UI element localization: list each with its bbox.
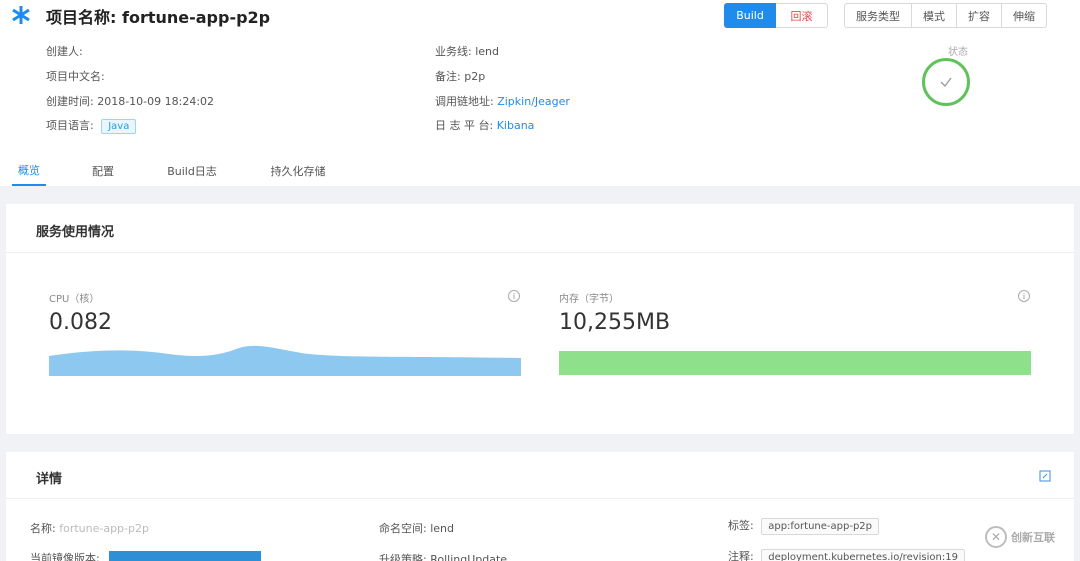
- expand-icon[interactable]: [1039, 470, 1051, 482]
- memory-info-icon[interactable]: i: [1018, 290, 1030, 302]
- detail-upgrade: 升级策略: RollingUpdate: [379, 551, 507, 561]
- namespace-label: 命名空间:: [379, 522, 427, 535]
- memory-label: 内存（字节）: [559, 294, 619, 305]
- project-header: 项目名称: fortune-app-p2p Build 回滚 服务类型 模式 扩…: [0, 0, 1080, 186]
- detail-image-version: 当前镜像版本:: [30, 550, 262, 561]
- log-link[interactable]: Kibana: [497, 119, 535, 132]
- upgrade-value: RollingUpdate: [430, 553, 508, 561]
- memory-bar: [559, 351, 1031, 375]
- tab-config[interactable]: 配置: [86, 155, 120, 186]
- details-card: 详情 名称: fortune-app-p2p 命名空间: lend 标签: ap…: [6, 452, 1074, 561]
- tab-build-log[interactable]: Build日志: [160, 155, 224, 186]
- trace-field: 调用链地址: Zipkin/Jeager: [435, 93, 570, 109]
- cpu-label: CPU（核）: [49, 294, 100, 305]
- detail-name: 名称: fortune-app-p2p: [30, 520, 149, 536]
- upgrade-label: 升级策略:: [379, 553, 427, 561]
- namespace-value: lend: [430, 522, 454, 535]
- image-label: 当前镜像版本:: [30, 552, 100, 561]
- language-tag: Java: [101, 119, 137, 134]
- chinese-name-field: 项目中文名:: [46, 68, 105, 84]
- name-label: 名称:: [30, 522, 56, 535]
- log-field: 日 志 平 台: Kibana: [435, 117, 534, 133]
- status-indicator: [922, 58, 970, 106]
- scale-button[interactable]: 伸缩: [1002, 3, 1047, 28]
- mode-button[interactable]: 模式: [912, 3, 957, 28]
- project-tabs: 概览 配置 Build日志 持久化存储: [0, 155, 1080, 186]
- creator-field: 创建人:: [46, 43, 83, 59]
- log-label: 日 志 平 台:: [435, 119, 494, 132]
- cpu-info-icon[interactable]: i: [508, 290, 520, 302]
- rollback-button[interactable]: 回滚: [776, 3, 828, 28]
- watermark-text: 创新互联: [1011, 531, 1055, 544]
- memory-value: 10,255MB: [559, 310, 671, 335]
- created-time-value: 2018-10-09 18:24:02: [97, 95, 215, 108]
- chinese-name-label: 项目中文名:: [46, 70, 105, 83]
- detail-namespace: 命名空间: lend: [379, 520, 454, 536]
- image-version-redacted: [109, 551, 262, 561]
- details-divider: [6, 498, 1074, 499]
- app-logo-icon: [12, 6, 30, 24]
- build-button-group: Build 回滚: [724, 3, 828, 28]
- usage-divider: [6, 252, 1074, 253]
- cpu-value: 0.082: [49, 310, 112, 335]
- remark-label: 备注:: [435, 70, 461, 83]
- annotation-tag: deployment.kubernetes.io/revision:19: [761, 549, 965, 561]
- remark-value: p2p: [464, 70, 486, 83]
- details-title: 详情: [36, 472, 63, 487]
- service-type-button[interactable]: 服务类型: [844, 3, 912, 28]
- created-time-field: 创建时间: 2018-10-09 18:24:02: [46, 93, 214, 109]
- labels-label: 标签:: [728, 519, 754, 532]
- tab-overview[interactable]: 概览: [12, 155, 46, 186]
- build-button[interactable]: Build: [724, 3, 776, 28]
- usage-card: 服务使用情况 CPU（核） i 0.082 内存（字节） i 10,255MB: [6, 204, 1074, 434]
- created-time-label: 创建时间:: [46, 95, 94, 108]
- language-field: 项目语言: Java: [46, 117, 137, 134]
- usage-title: 服务使用情况: [36, 225, 115, 240]
- scale-out-button[interactable]: 扩容: [957, 3, 1002, 28]
- status-label: 状态: [948, 47, 968, 58]
- watermark: ✕ 创新互联: [985, 526, 1055, 548]
- project-title-label: 项目名称:: [46, 8, 117, 27]
- tab-persistent-storage[interactable]: 持久化存储: [264, 155, 332, 186]
- watermark-logo-icon: ✕: [985, 526, 1007, 548]
- project-title-value: fortune-app-p2p: [121, 8, 271, 27]
- annotation-label: 注释:: [728, 550, 754, 561]
- project-title: 项目名称: fortune-app-p2p: [46, 4, 270, 28]
- cpu-sparkline: [49, 345, 521, 376]
- trace-link[interactable]: Zipkin/Jeager: [497, 95, 570, 108]
- remark-field: 备注: p2p: [435, 68, 485, 84]
- check-icon: [940, 77, 952, 87]
- business-field: 业务线: lend: [435, 43, 499, 59]
- detail-annotations: 注释: deployment.kubernetes.io/revision:19: [728, 548, 965, 561]
- labels-tag: app:fortune-app-p2p: [761, 518, 880, 535]
- service-actions-group: 服务类型 模式 扩容 伸缩: [844, 3, 1047, 28]
- detail-labels: 标签: app:fortune-app-p2p: [728, 517, 880, 535]
- name-value: fortune-app-p2p: [59, 522, 149, 535]
- trace-label: 调用链地址:: [435, 95, 494, 108]
- business-label: 业务线:: [435, 45, 472, 58]
- business-value: lend: [475, 45, 499, 58]
- creator-label: 创建人:: [46, 45, 83, 58]
- language-label: 项目语言:: [46, 119, 94, 132]
